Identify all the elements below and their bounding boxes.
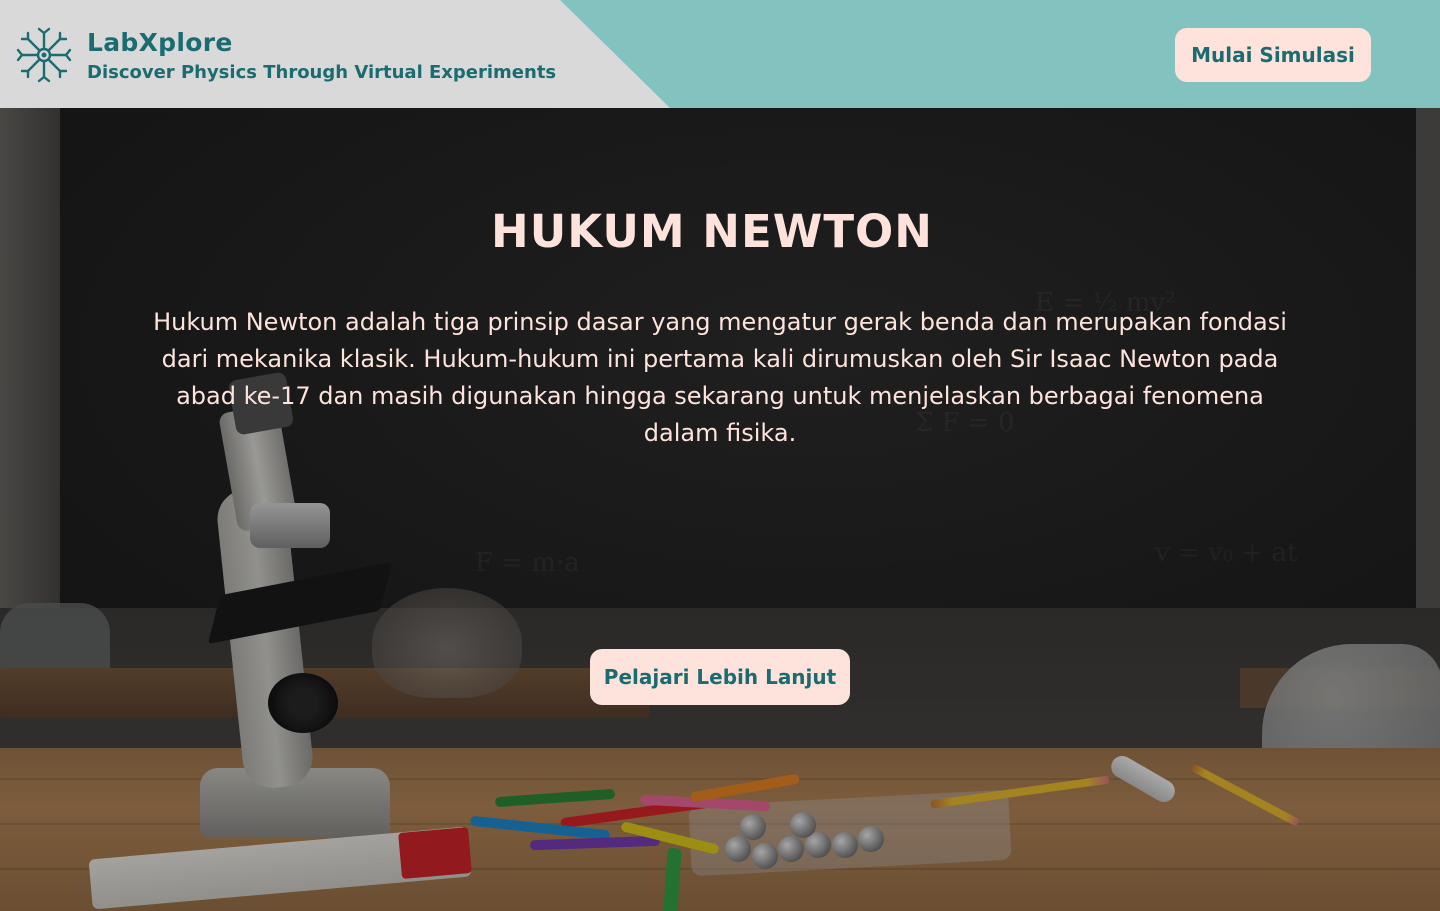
atom-circuit-icon[interactable] [14, 25, 74, 85]
start-simulation-button[interactable]: Mulai Simulasi [1175, 28, 1371, 82]
top-navbar: LabXplore Discover Physics Through Virtu… [0, 0, 1440, 108]
page-title: HUKUM NEWTON [491, 205, 933, 258]
learn-more-button[interactable]: Pelajari Lebih Lanjut [590, 649, 850, 705]
brand-tagline: Discover Physics Through Virtual Experim… [87, 62, 557, 83]
brand-name[interactable]: LabXplore [87, 28, 233, 57]
hero-description: Hukum Newton adalah tiga prinsip dasar y… [153, 308, 1287, 447]
